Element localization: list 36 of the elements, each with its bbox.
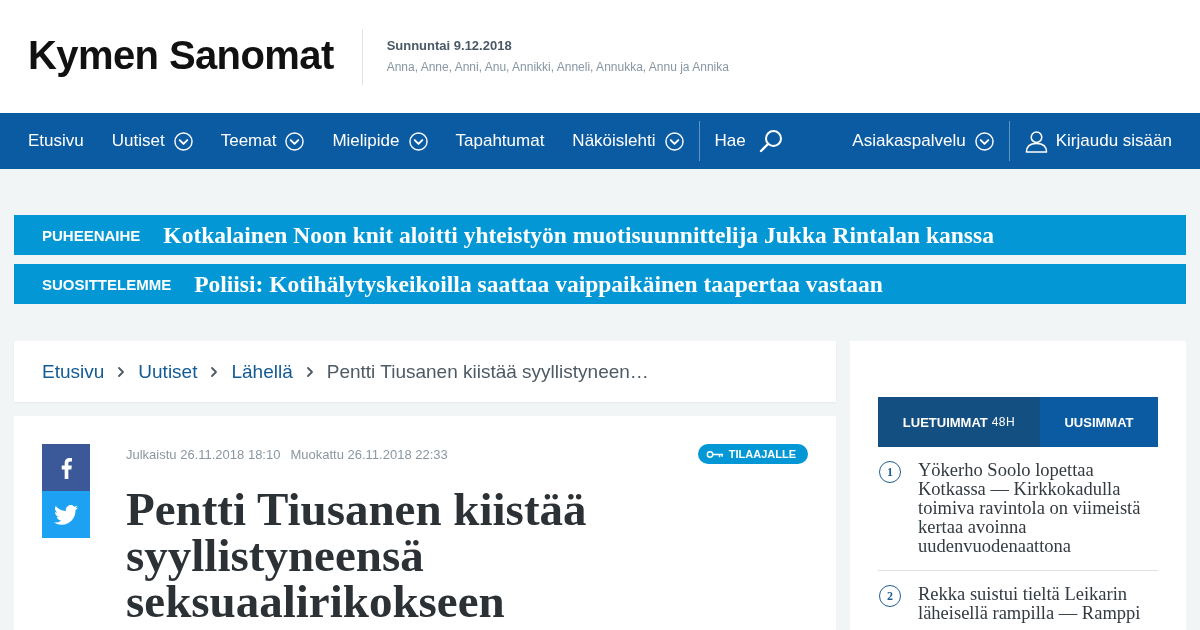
name-days-text: Anna, Anne, Anni, Anu, Annikki, Anneli, Annukka, Annu ja Annika bbox=[386, 59, 729, 74]
modified-date-text: Muokattu 26.11.2018 22:33 bbox=[290, 446, 448, 462]
breadcrumb-current: Pentti Tiusanen kiistää syyllistyneen… bbox=[326, 360, 649, 383]
bird-icon bbox=[54, 504, 78, 525]
tab[interactable]: UUSIMMAT bbox=[1040, 397, 1158, 447]
search-link[interactable]: Hae bbox=[714, 121, 783, 161]
date-text: Sunnuntai 9.12.2018 bbox=[386, 37, 513, 53]
share-button[interactable] bbox=[42, 491, 90, 538]
nav-link[interactable]: Näköislehti bbox=[572, 121, 684, 161]
search-icon bbox=[758, 129, 783, 153]
headline-link[interactable]: Rekka suistui tieltä Leikarin läheisellä rampilla — Ramppi bbox=[918, 585, 1158, 623]
breadcrumb-link[interactable]: Lähellä bbox=[231, 360, 293, 383]
tab[interactable]: LUETUIMMAT 48H bbox=[878, 397, 1040, 447]
login-link[interactable]: Kirjaudu sisään bbox=[1024, 121, 1172, 161]
facebook-icon bbox=[60, 456, 72, 479]
breadcrumb-link[interactable]: Uutiset bbox=[138, 360, 198, 383]
breadcrumb-link[interactable]: Etusivu bbox=[42, 360, 105, 383]
banner-label: PUHEENAIHE bbox=[42, 226, 141, 244]
logo[interactable]: Kymen Sanomat bbox=[28, 33, 334, 78]
key-icon bbox=[705, 449, 724, 459]
nav-link[interactable]: Asiakaspalvelu bbox=[852, 121, 994, 161]
headline-link[interactable]: Yökerho Soolo lopettaa Kotkassa — Kirkkokadulla toimiva ravintola on viimeistä kertaa avoinna uudenvuodenaattona bbox=[918, 461, 1158, 556]
article-title: Pentti Tiusanen kiistää syyllistyneensä seksuaalirikokseen bbox=[126, 486, 588, 624]
nav-link[interactable]: Teemat bbox=[220, 121, 305, 161]
user-icon bbox=[1024, 129, 1048, 153]
chevron-right-icon bbox=[305, 365, 314, 378]
nav-link[interactable]: Tapahtumat bbox=[455, 121, 545, 161]
banner-label: SUOSITTELEMME bbox=[42, 275, 172, 293]
nav-link[interactable]: Mielipide bbox=[332, 121, 428, 161]
tag-text: TILAAJALLE bbox=[728, 448, 796, 460]
published-date-text: Julkaistu 26.11.2018 18:10 bbox=[126, 446, 281, 462]
share-button[interactable] bbox=[42, 444, 90, 491]
nav-link[interactable]: Etusivu bbox=[28, 121, 84, 161]
chevron-right-icon bbox=[117, 365, 126, 378]
chevron-right-icon bbox=[210, 365, 219, 378]
nav-link[interactable]: Uutiset bbox=[111, 121, 193, 161]
